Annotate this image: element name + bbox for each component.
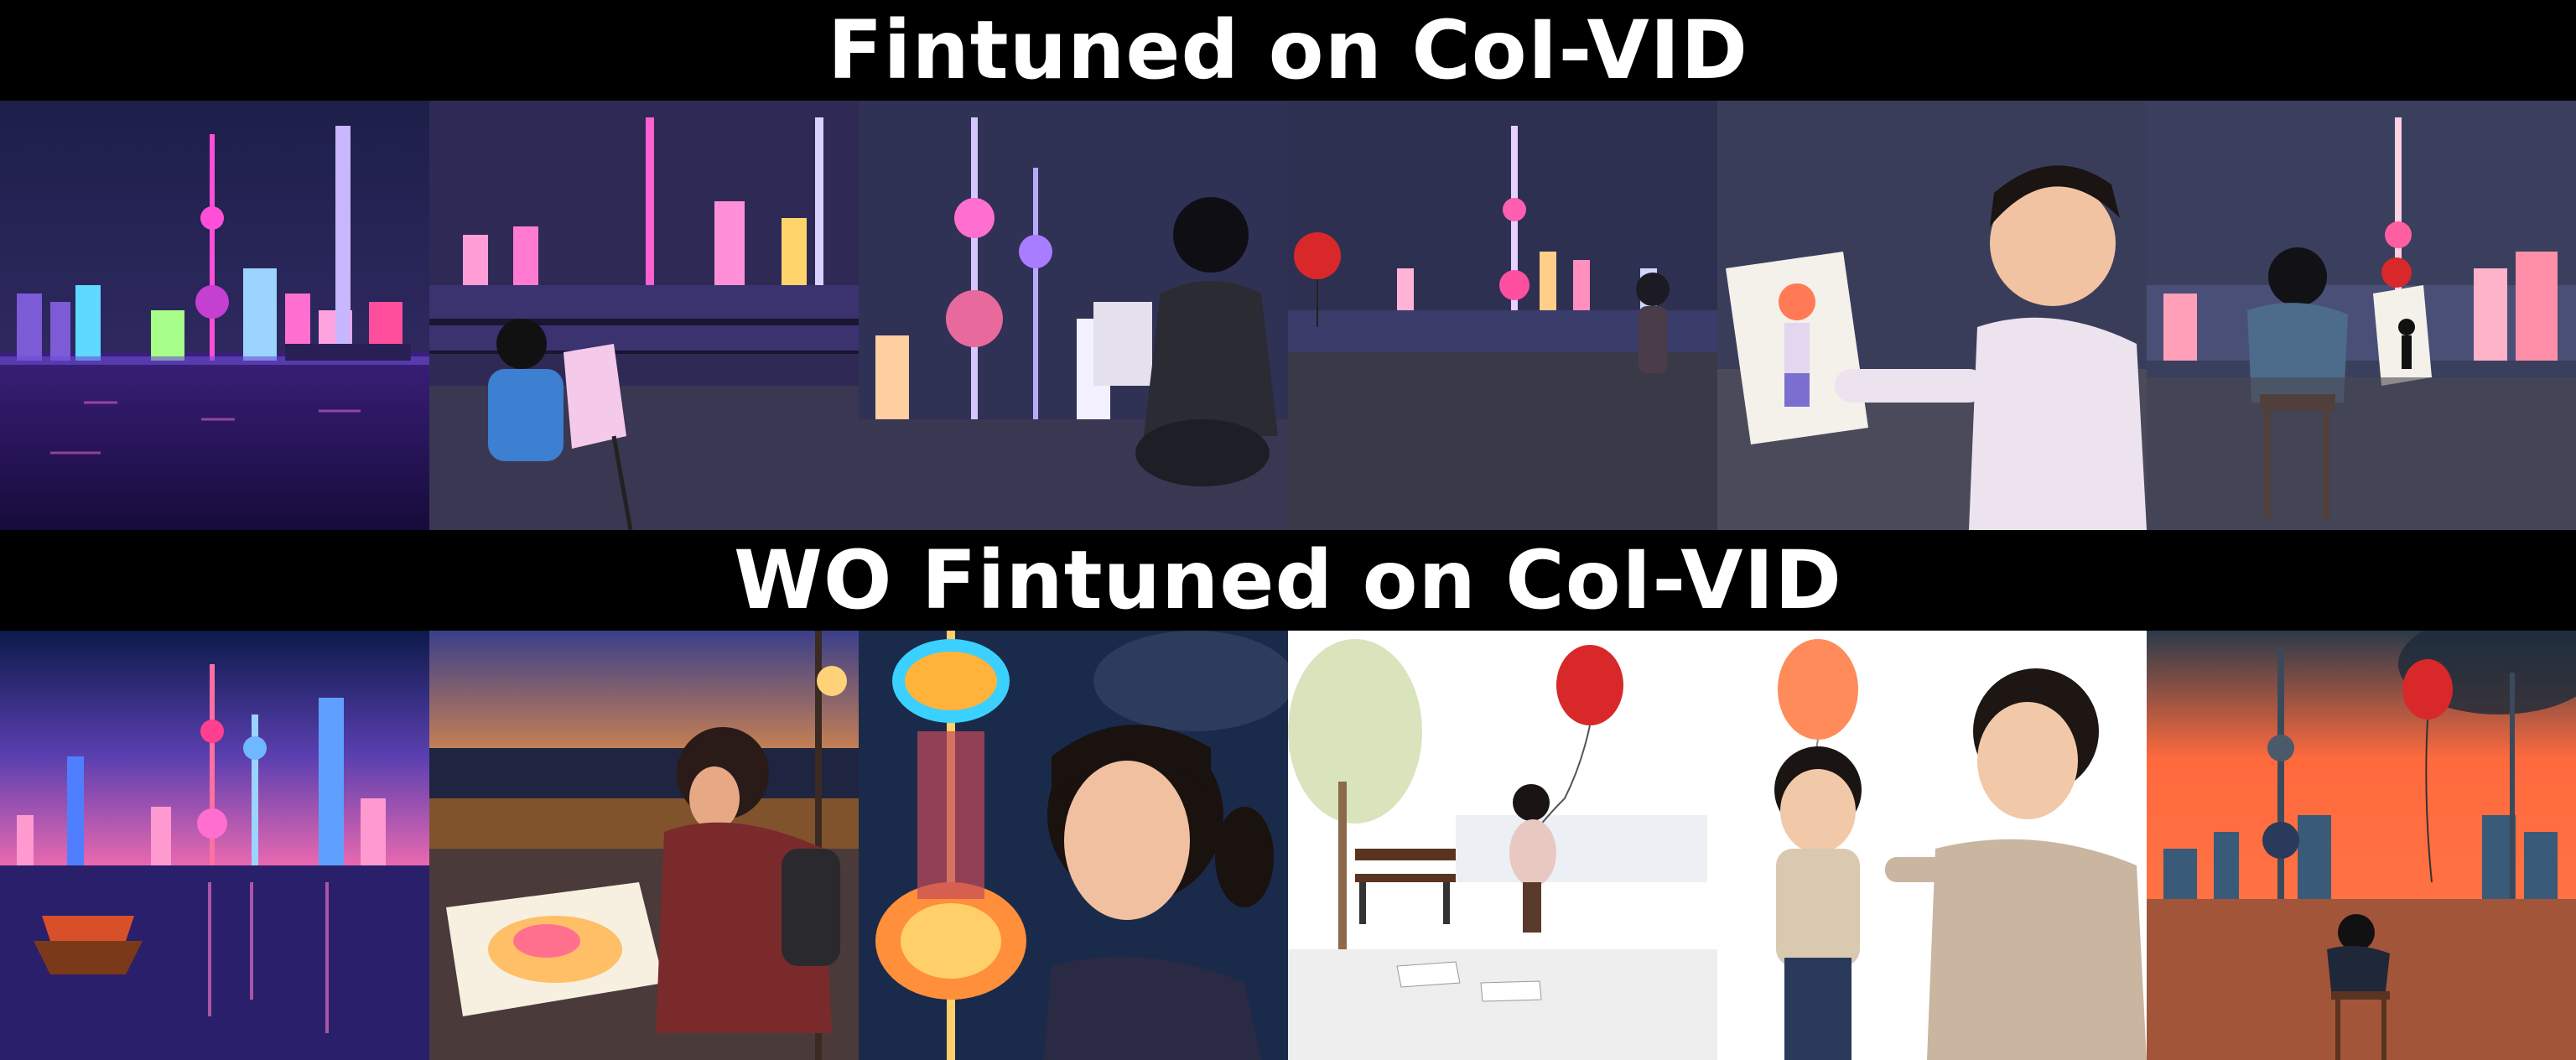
child-stool-image [2147, 101, 2576, 530]
skyline-boat-image [0, 631, 429, 1060]
frame-boy-stool-red-sky [2147, 631, 2576, 1060]
title-banner-bottom: WO Fintuned on CoI-VID [0, 530, 2576, 631]
sunset-painting-image [429, 631, 859, 1060]
frame-child-drawing-stool [2147, 101, 2576, 530]
title-banner-top: Fintuned on CoI-VID [0, 0, 2576, 101]
frame-colorful-skyline-boat [0, 631, 429, 1060]
skyline-image [0, 101, 429, 530]
frame-woman-facing-tower [859, 101, 1288, 530]
girl-balloon-sketch-image [1288, 631, 1717, 1060]
frame-two-boys-balloon [1717, 631, 2147, 1060]
frame-girl-painting-sunset [429, 631, 859, 1060]
title-bottom: WO Fintuned on CoI-VID [734, 533, 1842, 627]
image-row-finetuned [0, 101, 2576, 530]
title-top: Fintuned on CoI-VID [827, 3, 1749, 97]
image-row-not-finetuned [0, 631, 2576, 1060]
frame-girl-balloon-sketch [1288, 631, 1717, 1060]
frame-girl-painting-easel [429, 101, 859, 530]
girl-tower-image [859, 631, 1288, 1060]
frame-boy-showing-drawing [1717, 101, 2147, 530]
two-boys-image [1717, 631, 2147, 1060]
painting-girl-image [429, 101, 859, 530]
woman-tower-image [859, 101, 1288, 530]
frame-girl-looking-tower [859, 631, 1288, 1060]
frame-night-skyline-river [0, 101, 429, 530]
child-balloon-image [1288, 101, 1717, 530]
red-sky-image [2147, 631, 2576, 1060]
boy-drawing-image [1717, 101, 2147, 530]
frame-child-red-balloon [1288, 101, 1717, 530]
